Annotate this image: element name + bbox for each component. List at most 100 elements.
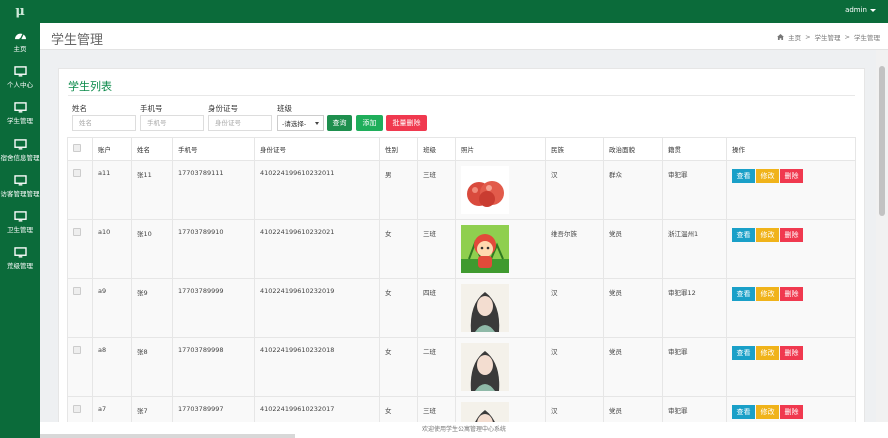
table-header-row: 账户 姓名 手机号 身份证号 性别 班级 照片 民族 政治面貌 籍贯 操作 <box>67 137 856 161</box>
column-header: 班级 <box>417 137 456 161</box>
row-checkbox[interactable] <box>73 169 81 177</box>
column-header: 操作 <box>726 137 856 161</box>
delete-button[interactable]: 删除 <box>780 405 803 419</box>
edit-button[interactable]: 修改 <box>756 287 779 301</box>
app-logo[interactable]: μ <box>0 0 40 23</box>
select-all-cell <box>67 137 93 161</box>
photo-cell <box>455 337 546 397</box>
political-cell: 党员 <box>603 219 663 279</box>
edit-button[interactable]: 修改 <box>756 169 779 183</box>
view-button[interactable]: 查看 <box>732 287 755 301</box>
dashboard-icon <box>14 33 26 40</box>
id-number-cell: 410224199610232019 <box>254 278 380 338</box>
political-cell: 群众 <box>603 160 663 220</box>
hometown-cell: 审犯罪 <box>662 337 727 397</box>
home-icon <box>777 34 785 40</box>
id-filter-label: 身份证号 <box>208 104 238 113</box>
id-number-cell: 410224199610232021 <box>254 219 380 279</box>
sidebar-item-hygiene[interactable]: 卫生管理 <box>0 204 40 240</box>
sidebar-item-visitors[interactable]: 访客管理管理 <box>0 168 40 204</box>
select-all-checkbox[interactable] <box>73 144 81 152</box>
apple-photo <box>461 166 509 214</box>
view-button[interactable]: 查看 <box>732 405 755 419</box>
class-select[interactable]: -请选择- <box>277 115 324 131</box>
view-button[interactable]: 查看 <box>732 228 755 242</box>
actions-cell: 查看 修改 删除 <box>726 160 856 220</box>
class-cell: 四班 <box>417 278 456 338</box>
edit-button[interactable]: 修改 <box>756 228 779 242</box>
sidebar-item-label: 荒级管理 <box>7 262 33 271</box>
political-cell: 党员 <box>603 278 663 338</box>
photo-cell <box>455 219 546 279</box>
horizontal-scrollbar[interactable] <box>40 434 295 438</box>
user-name: admin <box>845 6 867 14</box>
phone-cell: 17703789999 <box>172 278 255 338</box>
phone-cell: 17703789111 <box>172 160 255 220</box>
monitor-icon <box>13 102 27 113</box>
view-button[interactable]: 查看 <box>732 346 755 360</box>
column-header: 姓名 <box>131 137 173 161</box>
delete-button[interactable]: 删除 <box>780 228 803 242</box>
hometown-cell: 审犯罪12 <box>662 278 727 338</box>
ethnicity-cell: 维吾尔族 <box>545 219 604 279</box>
breadcrumb-home[interactable]: 主页 <box>788 32 801 42</box>
edit-button[interactable]: 修改 <box>756 405 779 419</box>
column-header: 民族 <box>545 137 604 161</box>
breadcrumb-section[interactable]: 学生管理 <box>815 32 841 42</box>
phone-filter-input[interactable] <box>140 115 204 131</box>
delete-button[interactable]: 删除 <box>780 346 803 360</box>
delete-button[interactable]: 删除 <box>780 287 803 301</box>
row-checkbox[interactable] <box>73 228 81 236</box>
row-select-cell <box>67 219 93 279</box>
id-filter-input[interactable] <box>208 115 272 131</box>
row-checkbox[interactable] <box>73 405 81 413</box>
caret-down-icon <box>870 8 876 12</box>
political-cell: 党员 <box>603 337 663 397</box>
vertical-scrollbar-thumb[interactable] <box>879 66 885 216</box>
row-checkbox[interactable] <box>73 346 81 354</box>
edit-button[interactable]: 修改 <box>756 346 779 360</box>
account-cell: a11 <box>92 160 132 220</box>
sidebar-item-students[interactable]: 学生管理 <box>0 96 40 132</box>
batch-delete-button[interactable]: 批量删除 <box>386 115 427 131</box>
ethnicity-cell: 汉 <box>545 278 604 338</box>
girl-photo <box>461 343 509 391</box>
name-cell: 张8 <box>131 337 173 397</box>
column-header: 政治面貌 <box>603 137 663 161</box>
sidebar-item-label: 个人中心 <box>7 80 33 89</box>
add-button[interactable]: 添加 <box>356 115 383 131</box>
view-button[interactable]: 查看 <box>732 169 755 183</box>
name-filter-input[interactable] <box>72 115 136 131</box>
gender-cell: 女 <box>379 278 418 338</box>
gender-cell: 女 <box>379 337 418 397</box>
actions-cell: 查看 修改 删除 <box>726 219 856 279</box>
column-header: 账户 <box>92 137 132 161</box>
gender-cell: 男 <box>379 160 418 220</box>
sidebar-item-label: 访客管理管理 <box>0 189 40 198</box>
id-number-cell: 410224199610232011 <box>254 160 380 220</box>
class-cell: 三班 <box>417 219 456 279</box>
page-title: 学生管理 <box>51 33 104 48</box>
account-cell: a10 <box>92 219 132 279</box>
sidebar-item-label: 学生管理 <box>7 117 33 126</box>
phone-filter-label: 手机号 <box>140 104 163 113</box>
delete-button[interactable]: 删除 <box>780 169 803 183</box>
cartoon-photo <box>461 225 509 273</box>
column-header: 性别 <box>379 137 418 161</box>
page-header: 学生管理 主页 > 学生管理 > 学生管理 <box>40 23 888 50</box>
user-menu[interactable]: admin <box>845 6 876 14</box>
id-number-cell: 410224199610232018 <box>254 337 380 397</box>
table-row: a10 张10 17703789910 410224199610232021 女… <box>67 219 856 279</box>
search-button[interactable]: 查询 <box>327 115 352 131</box>
top-bar: μ admin <box>0 0 888 23</box>
sidebar-item-grades[interactable]: 荒级管理 <box>0 241 40 277</box>
monitor-icon <box>13 138 27 150</box>
ethnicity-cell: 汉 <box>545 337 604 397</box>
row-select-cell <box>67 278 93 338</box>
sidebar-item-profile[interactable]: 个人中心 <box>0 59 40 95</box>
sidebar-item-home[interactable]: 主页 <box>0 23 40 59</box>
row-checkbox[interactable] <box>73 287 81 295</box>
sidebar-item-dorms[interactable]: 宿舍信息管理 <box>0 132 40 168</box>
breadcrumb: 主页 > 学生管理 > 学生管理 <box>777 32 880 42</box>
ethnicity-cell: 汉 <box>545 160 604 220</box>
